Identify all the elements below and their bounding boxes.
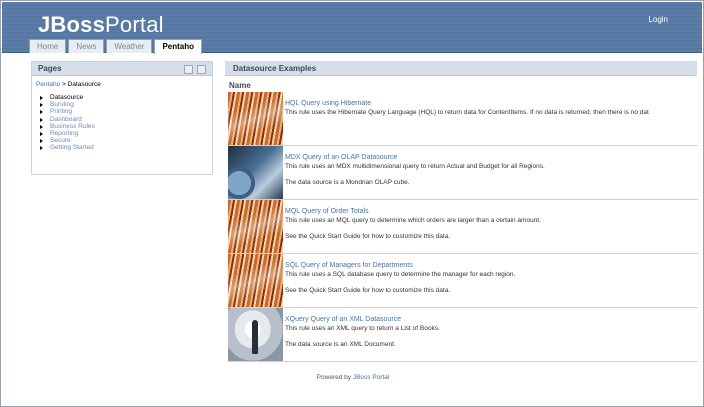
breadcrumb-current: Datasource [67,81,101,88]
example-link-xquery[interactable]: XQuery Query of an XML Datasource [285,316,401,323]
tab-pentaho[interactable]: Pentaho [154,39,203,54]
filing-drawers-image [228,92,283,145]
example-link-mdx[interactable]: MDX Query of an OLAP Datasource [285,154,397,161]
minimize-icon[interactable] [184,65,193,74]
example-description: This rule uses the Hibernate Query Langu… [285,109,649,116]
pages-panel-title: Pages [38,64,62,73]
pages-panel-header: Pages [32,62,212,76]
tab-news[interactable]: News [68,39,105,53]
menu-item-bursting[interactable]: Bursting [40,101,212,108]
example-link-mql[interactable]: MQL Query of Order Totals [285,208,369,215]
breadcrumb-link-pentaho[interactable]: Pentaho [36,81,60,88]
breadcrumb-separator: > [62,81,66,88]
example-note: The data source is an XML Document. [285,341,396,348]
example-note: See the Quick Start Guide for how to cus… [285,287,451,294]
globe-image [228,146,283,199]
menu-item-reporting[interactable]: Reporting [40,130,212,137]
panel-window-controls [184,65,206,74]
page-footer: Powered by JBoss Portal [1,374,703,381]
example-description: This rule uses an XML query to return a … [285,325,440,332]
footer-link-jboss-portal[interactable]: JBoss Portal [353,374,390,381]
browser-page: JBossPortal Login Home News Weather Pent… [0,0,704,407]
menu-item-business-rules[interactable]: Business Rules [40,123,212,130]
pages-panel: Pages Pentaho > Datasource Datasource Bu… [31,61,213,175]
menu-item-dashboard[interactable]: Dashboard [40,116,212,123]
list-item: MDX Query of an OLAP Datasource This rul… [228,146,698,200]
login-link[interactable]: Login [648,15,668,24]
example-note: See the Quick Start Guide for how to cus… [285,233,451,240]
tab-home[interactable]: Home [29,39,67,53]
menu-item-secure[interactable]: Secure [40,137,212,144]
name-column-header: Name [229,81,251,90]
person-image [228,308,283,361]
tab-weather[interactable]: Weather [106,39,153,53]
example-description: This rule uses an MQL query to determine… [285,217,541,224]
menu-item-getting-started[interactable]: Getting Started [40,144,212,151]
menu-item-printing[interactable]: Printing [40,108,212,115]
example-description: This rule uses a SQL database query to d… [285,271,516,278]
datasource-panel-title: Datasource Examples [225,61,697,76]
example-link-hql[interactable]: HQL Query using Hibernate [285,100,371,107]
example-link-sql[interactable]: SQL Query of Managers for Departments [285,262,413,269]
jboss-portal-logo[interactable]: JBossPortal [38,12,164,38]
example-note: The data source is a Mondrian OLAP cube. [285,179,410,186]
breadcrumb: Pentaho > Datasource [32,76,212,88]
filing-drawers-image [228,254,283,307]
maximize-icon[interactable] [197,65,206,74]
list-item: HQL Query using Hibernate This rule uses… [228,92,698,146]
list-item: MQL Query of Order Totals This rule uses… [228,200,698,254]
pages-menu: Datasource Bursting Printing Dashboard B… [32,94,212,152]
footer-text: Powered by [316,374,351,381]
menu-item-datasource[interactable]: Datasource [40,94,212,101]
list-item: SQL Query of Managers for Departments Th… [228,254,698,308]
portal-tabs: Home News Weather Pentaho [29,39,204,54]
list-item: XQuery Query of an XML Datasource This r… [228,308,698,362]
datasource-examples-panel: Datasource Examples Name HQL Query using… [225,61,698,362]
filing-drawers-image [228,200,283,253]
portal-header: JBossPortal Login Home News Weather Pent… [2,2,702,54]
example-description: This rule uses an MDX multidimensional q… [285,163,545,170]
